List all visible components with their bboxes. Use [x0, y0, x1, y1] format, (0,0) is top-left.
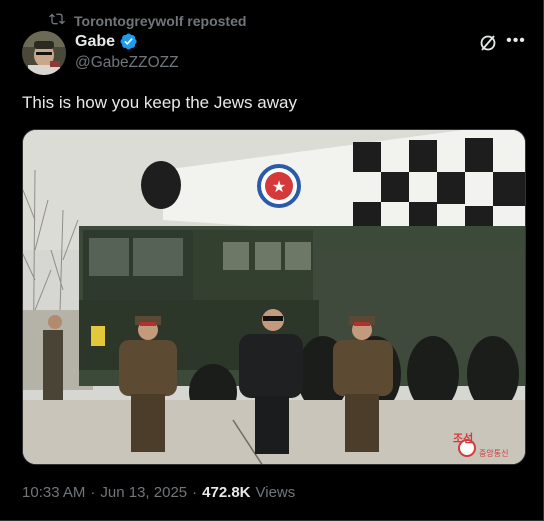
repost-indicator[interactable]: Torontogreywolf reposted [49, 11, 246, 30]
svg-text:중앙통신: 중앙통신 [479, 448, 508, 458]
verified-badge-icon[interactable] [119, 32, 138, 51]
display-name[interactable]: Gabe [75, 33, 115, 51]
tweet-meta: 10:33 AM · Jun 13, 2025 · 472.8K Views [22, 484, 295, 501]
post[interactable]: Torontogreywolf reposted Gabe @GabeZZOZZ… [0, 0, 544, 521]
views-label: Views [255, 484, 296, 501]
grok-icon[interactable] [478, 33, 498, 53]
svg-text:조선: 조선 [453, 431, 473, 445]
views-count[interactable]: 472.8K [202, 484, 250, 501]
emblem-star: ★ [272, 177, 286, 196]
more-options-icon[interactable]: ••• [506, 33, 526, 52]
tweet-text: This is how you keep the Jews away [22, 93, 297, 112]
tweet-image[interactable]: ★ 조선 중앙통신 [22, 129, 526, 465]
repost-label: Torontogreywolf reposted [74, 12, 247, 29]
post-time[interactable]: 10:33 AM [22, 484, 85, 501]
avatar[interactable] [22, 31, 66, 75]
post-date[interactable]: Jun 13, 2025 [100, 484, 187, 501]
handle[interactable]: @GabeZZOZZ [75, 54, 179, 72]
meta-separator: · [192, 484, 198, 501]
meta-separator: · [90, 484, 96, 501]
repost-icon [49, 11, 65, 30]
